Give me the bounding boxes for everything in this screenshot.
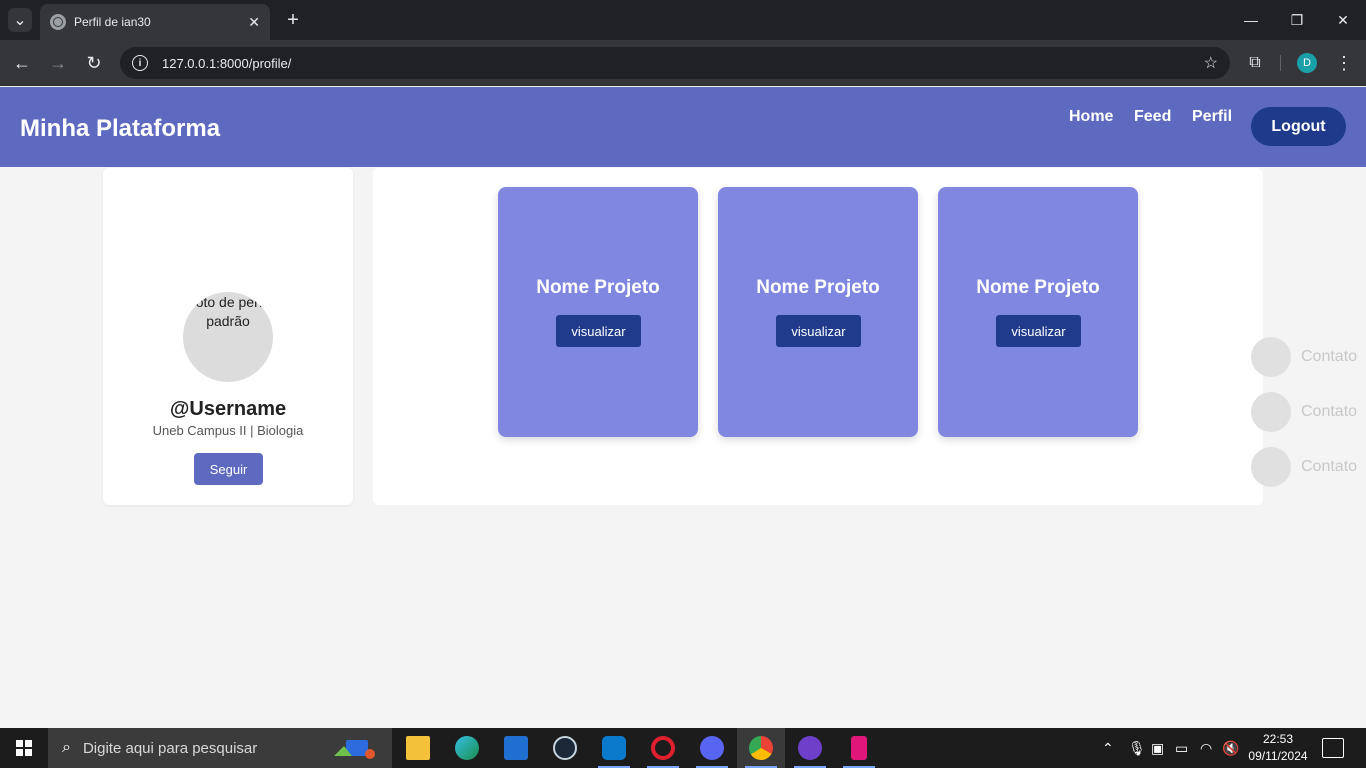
project-card[interactable]: Nome Projeto visualizar (938, 187, 1138, 437)
project-name: Nome Projeto (536, 277, 660, 298)
back-arrow-icon[interactable]: ← (10, 51, 34, 75)
brand-logo[interactable]: Minha Plataforma (20, 115, 220, 143)
profile-username: @Username (169, 398, 287, 420)
browser-menu-icon[interactable]: ⋮ (1334, 51, 1354, 75)
clock-date: 09/11/2024 (1248, 749, 1308, 763)
browser-profile-avatar[interactable]: D (1297, 53, 1317, 73)
tab-search-button[interactable]: ⌄ (8, 8, 32, 32)
follow-button[interactable]: Seguir (194, 453, 263, 485)
site-header: Minha Plataforma Home Feed Perfil Logout (0, 87, 1366, 167)
browser-toolbar: ← → ↻ i 127.0.0.1:8000/profile/ ☆ ⧉ D ⋮ (0, 40, 1366, 86)
edge-icon[interactable] (443, 728, 491, 768)
logout-button[interactable]: Logout (1251, 107, 1346, 146)
extensions-puzzle-icon[interactable]: ⧉ (1243, 51, 1267, 75)
search-highlight-icon (334, 740, 375, 759)
contact-avatar (1251, 337, 1291, 377)
notifications-icon[interactable] (1322, 738, 1344, 758)
search-placeholder: Digite aqui para pesquisar (82, 739, 258, 757)
contact-item[interactable]: Contato (1251, 392, 1366, 432)
display-icon[interactable]: ▣ (1151, 728, 1164, 768)
volume-muted-icon[interactable]: 🔇 (1222, 728, 1239, 768)
project-name: Nome Projeto (756, 277, 880, 298)
taskbar-search[interactable]: ⌕ Digite aqui para pesquisar (48, 728, 392, 768)
nav-perfil[interactable]: Perfil (1192, 108, 1232, 126)
close-window-button[interactable]: ✕ (1320, 0, 1366, 40)
clock-time: 22:53 (1262, 732, 1294, 746)
projects-panel: Nome Projeto visualizar Nome Projeto vis… (373, 168, 1263, 505)
browser-tab[interactable]: Perfil de ian30 ✕ (40, 4, 270, 40)
site-info-icon[interactable]: i (132, 55, 148, 71)
vscode-icon[interactable] (590, 728, 638, 768)
wifi-icon[interactable]: ◠ (1200, 728, 1212, 768)
github-icon[interactable] (786, 728, 834, 768)
profile-campus: Uneb Campus II | Biologia (152, 423, 304, 438)
profile-avatar-image: Foto de perfil padrão (183, 292, 273, 382)
steam-icon[interactable] (541, 728, 589, 768)
chrome-icon[interactable] (737, 728, 785, 768)
store-icon[interactable] (492, 728, 540, 768)
project-card[interactable]: Nome Projeto visualizar (498, 187, 698, 437)
tab-title: Perfil de ian30 (74, 15, 151, 29)
microphone-icon[interactable]: 🎙 (1128, 728, 1146, 768)
project-card[interactable]: Nome Projeto visualizar (718, 187, 918, 437)
contact-label: Contato (1301, 348, 1358, 365)
taskbar-clock[interactable]: 22:53 09/11/2024 (1245, 731, 1311, 765)
globe-icon (50, 14, 66, 30)
contact-item[interactable]: Contato (1251, 337, 1366, 377)
contact-item[interactable]: Contato (1251, 447, 1366, 487)
windows-logo-icon (16, 740, 32, 756)
tray-chevron-icon[interactable]: ⌃ (1102, 728, 1114, 768)
battery-icon[interactable]: ▭ (1175, 728, 1188, 768)
reload-icon[interactable]: ↻ (82, 51, 106, 75)
nav-feed[interactable]: Feed (1134, 108, 1171, 126)
new-tab-button[interactable]: + (282, 8, 304, 32)
contact-avatar (1251, 447, 1291, 487)
window-controls: — ❐ ✕ (1228, 0, 1366, 40)
profile-card: Foto de perfil padrão @Username Uneb Cam… (103, 168, 353, 505)
app-icon[interactable] (835, 728, 883, 768)
contact-label: Contato (1301, 458, 1358, 475)
project-name: Nome Projeto (976, 277, 1100, 298)
minimize-button[interactable]: — (1228, 0, 1274, 40)
contact-avatar (1251, 392, 1291, 432)
forward-arrow-icon[interactable]: → (46, 51, 70, 75)
bookmark-star-icon[interactable]: ☆ (1204, 53, 1218, 73)
windows-taskbar: ⌕ Digite aqui para pesquisar ⌃ 🎙 ▣ ▭ ◠ 🔇… (0, 728, 1366, 768)
restore-button[interactable]: ❐ (1274, 0, 1320, 40)
url-text[interactable]: 127.0.0.1:8000/profile/ (162, 56, 1204, 71)
start-button[interactable] (0, 728, 48, 768)
opera-icon[interactable] (639, 728, 687, 768)
search-icon: ⌕ (62, 739, 71, 756)
view-project-button[interactable]: visualizar (556, 315, 641, 347)
discord-icon[interactable] (688, 728, 736, 768)
contact-label: Contato (1301, 403, 1358, 420)
nav-home[interactable]: Home (1069, 108, 1113, 126)
close-tab-icon[interactable]: ✕ (248, 14, 260, 31)
toolbar-divider (1280, 55, 1281, 71)
browser-tab-bar: ⌄ Perfil de ian30 ✕ + — ❐ ✕ (0, 0, 1366, 40)
view-project-button[interactable]: visualizar (996, 315, 1081, 347)
address-bar[interactable]: i 127.0.0.1:8000/profile/ ☆ (120, 47, 1230, 79)
file-explorer-icon[interactable] (394, 728, 442, 768)
view-project-button[interactable]: visualizar (776, 315, 861, 347)
